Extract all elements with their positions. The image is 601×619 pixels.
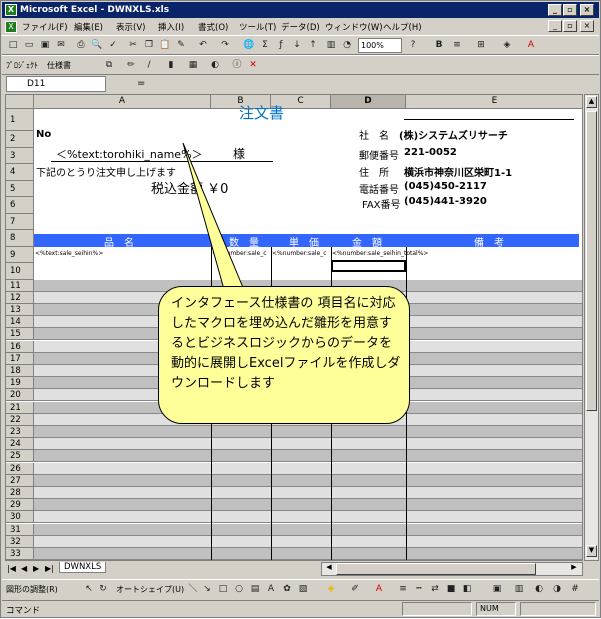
- callout-text: インタフェース仕様書の 項目名に対応したマクロを埋め込んだ雛形を用意するとビジネ…: [171, 296, 401, 391]
- excel-window: X Microsoft Excel - DWNXLS.xls _ ▫ × X フ…: [0, 0, 601, 618]
